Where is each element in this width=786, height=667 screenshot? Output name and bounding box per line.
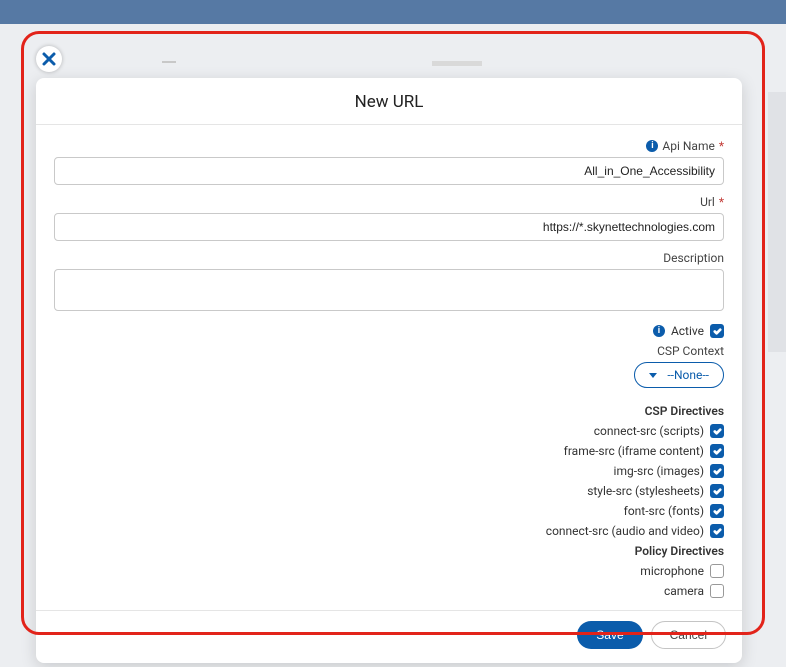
bg-decoration — [162, 61, 176, 63]
csp-directives-title: CSP Directives — [54, 404, 724, 418]
check-icon — [713, 507, 722, 516]
check-icon — [713, 447, 722, 456]
field-description: Description — [54, 251, 724, 314]
modal-body: * Api Name i * Url Description — [36, 125, 742, 598]
csp-directive-1-row: frame-src (iframe content) — [54, 444, 724, 458]
description-textarea[interactable] — [54, 269, 724, 311]
top-header-band — [0, 0, 786, 24]
bg-decoration — [768, 92, 786, 352]
policy-directives-title: Policy Directives — [54, 544, 724, 558]
check-icon — [713, 327, 722, 336]
active-row: Active i — [54, 324, 724, 338]
description-label-row: Description — [54, 251, 724, 265]
csp-context-value: --None-- — [667, 368, 709, 382]
csp-directive-3-checkbox[interactable] — [710, 484, 724, 498]
close-icon — [41, 51, 57, 67]
active-checkbox[interactable] — [710, 324, 724, 338]
required-asterisk: * — [719, 195, 724, 209]
csp-directive-2-checkbox[interactable] — [710, 464, 724, 478]
field-api-name: * Api Name i — [54, 139, 724, 185]
modal-title: New URL — [36, 78, 742, 125]
description-label: Description — [663, 251, 724, 265]
check-icon — [713, 487, 722, 496]
check-icon — [713, 467, 722, 476]
bg-decoration — [432, 61, 482, 66]
csp-directive-4-label: font-src (fonts) — [624, 504, 704, 518]
csp-directive-1-label: frame-src (iframe content) — [564, 444, 704, 458]
csp-directive-2-label: img-src (images) — [614, 464, 704, 478]
info-icon[interactable]: i — [646, 140, 658, 152]
policy-directive-1-checkbox[interactable] — [710, 584, 724, 598]
field-url: * Url — [54, 195, 724, 241]
csp-directives-list: connect-src (scripts) frame-src (iframe c… — [54, 424, 724, 538]
save-button[interactable]: Save — [577, 621, 642, 649]
chevron-down-icon — [649, 373, 657, 378]
cancel-button[interactable]: Cancel — [651, 621, 726, 649]
policy-directive-0-checkbox[interactable] — [710, 564, 724, 578]
active-label: Active — [671, 324, 704, 338]
csp-directive-3-row: style-src (stylesheets) — [54, 484, 724, 498]
url-input[interactable] — [54, 213, 724, 241]
csp-directive-5-label: connect-src (audio and video) — [546, 524, 704, 538]
api-name-input[interactable] — [54, 157, 724, 185]
csp-directive-0-label: connect-src (scripts) — [594, 424, 704, 438]
policy-directive-1-row: camera — [54, 584, 724, 598]
csp-directive-0-checkbox[interactable] — [710, 424, 724, 438]
csp-directive-5-checkbox[interactable] — [710, 524, 724, 538]
check-icon — [713, 527, 722, 536]
csp-context-label: CSP Context — [54, 344, 724, 358]
url-label: Url — [700, 195, 715, 209]
policy-directive-1-label: camera — [664, 584, 704, 598]
new-url-modal: New URL * Api Name i * Url Description — [36, 78, 742, 663]
csp-directive-5-row: connect-src (audio and video) — [54, 524, 724, 538]
csp-directive-4-checkbox[interactable] — [710, 504, 724, 518]
api-name-label-row: * Api Name i — [54, 139, 724, 153]
close-button[interactable] — [36, 46, 62, 72]
policy-directives-list: microphone camera — [54, 564, 724, 598]
policy-directive-0-label: microphone — [640, 564, 704, 578]
csp-directive-3-label: style-src (stylesheets) — [587, 484, 704, 498]
url-label-row: * Url — [54, 195, 724, 209]
csp-directive-4-row: font-src (fonts) — [54, 504, 724, 518]
csp-context-dropdown[interactable]: --None-- — [634, 362, 724, 388]
check-icon — [713, 427, 722, 436]
csp-directive-1-checkbox[interactable] — [710, 444, 724, 458]
csp-directive-0-row: connect-src (scripts) — [54, 424, 724, 438]
policy-directive-0-row: microphone — [54, 564, 724, 578]
csp-directive-2-row: img-src (images) — [54, 464, 724, 478]
required-asterisk: * — [719, 139, 724, 153]
modal-footer: Save Cancel — [36, 610, 742, 663]
api-name-label: Api Name — [662, 139, 714, 153]
info-icon[interactable]: i — [653, 325, 665, 337]
